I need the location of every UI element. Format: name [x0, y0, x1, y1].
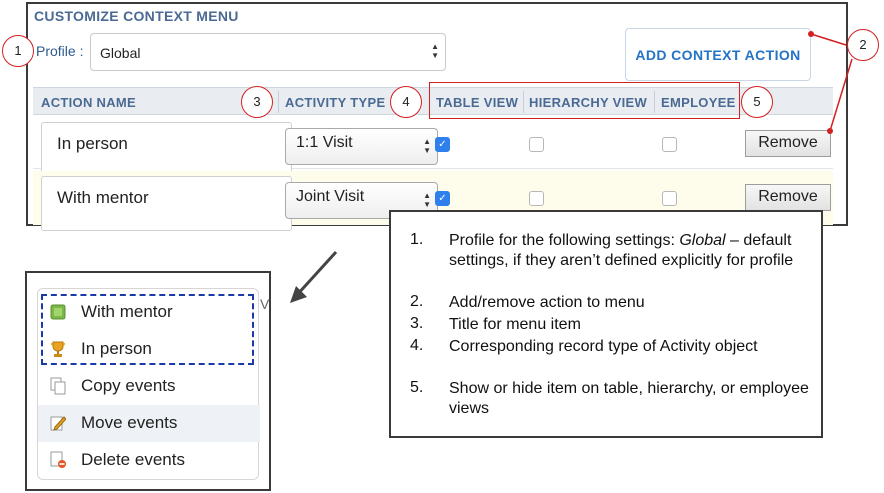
menu-item-label: Copy events — [81, 376, 176, 395]
menu-item-move-events[interactable]: Move events — [38, 405, 260, 442]
callout-badge-4: 4 — [390, 86, 422, 118]
callout-badge-2: 2 — [847, 29, 879, 61]
note-text-3: Title for menu item — [449, 316, 581, 333]
copy-icon — [50, 377, 66, 395]
callout-badge-5: 5 — [741, 86, 773, 118]
background-text-fragment: V — [260, 296, 270, 312]
menu-item-copy-events[interactable]: Copy events — [38, 368, 260, 405]
legend-note-box: 1. Profile for the following settings: G… — [389, 210, 823, 438]
note-number: 4. — [410, 337, 424, 354]
note-number: 5. — [410, 379, 424, 396]
menu-item-delete-events[interactable]: Delete events — [38, 442, 260, 479]
callout-badge-1: 1 — [2, 35, 34, 67]
note-number: 2. — [410, 293, 424, 310]
delete-doc-icon — [50, 451, 66, 468]
custom-actions-highlight-box — [41, 294, 254, 365]
menu-item-label: Delete events — [81, 450, 185, 469]
edit-icon — [50, 416, 66, 431]
note-text-5: Show or hide item on table, hierarchy, o… — [449, 380, 809, 417]
callout-badge-3: 3 — [241, 86, 273, 118]
note-number: 3. — [410, 315, 424, 332]
note-text-1: Profile for the following settings: Glob… — [449, 232, 794, 269]
note-number: 1. — [410, 231, 424, 248]
note-text-2: Add/remove action to menu — [449, 294, 645, 311]
menu-item-label: Move events — [81, 413, 178, 432]
note-text-4: Corresponding record type of Activity ob… — [449, 338, 758, 355]
